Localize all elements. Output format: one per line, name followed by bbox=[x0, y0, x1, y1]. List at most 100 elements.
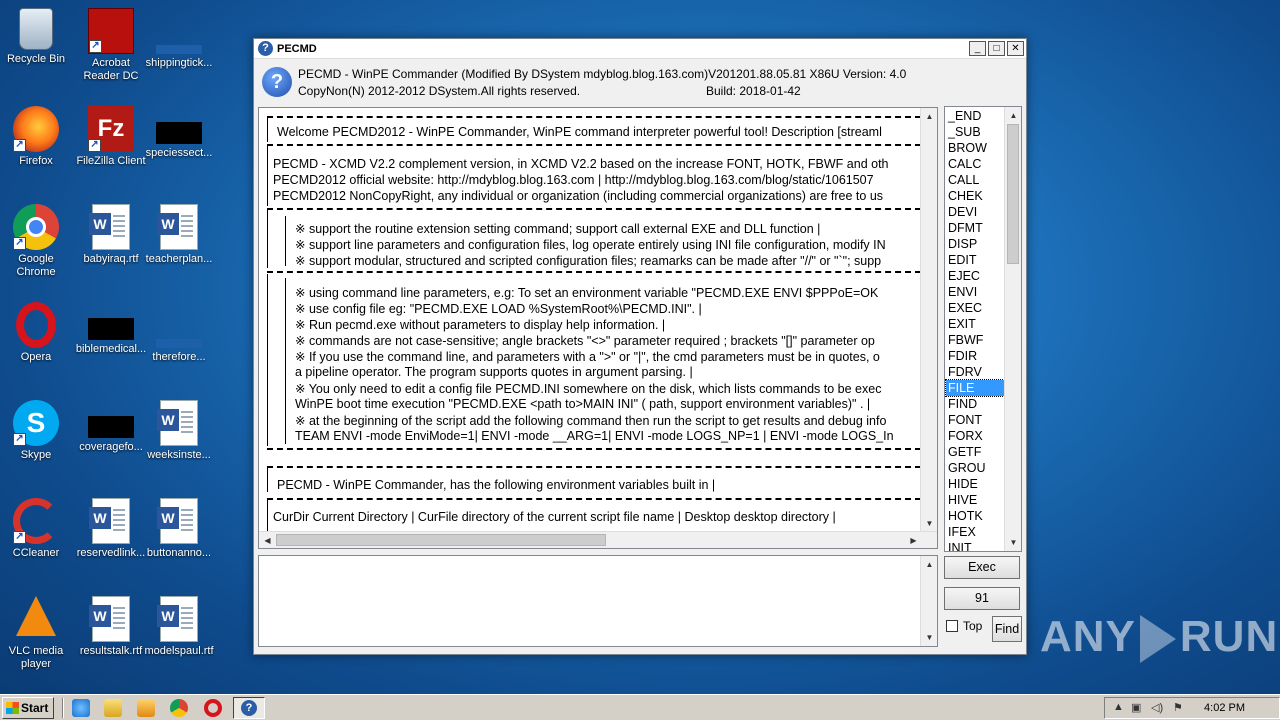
internet-explorer-icon[interactable] bbox=[72, 699, 90, 717]
output-horizontal-scrollbar[interactable]: ◀ ▶ bbox=[259, 531, 937, 548]
desktop-icon-skype[interactable]: S ↗ Skype bbox=[0, 400, 74, 462]
desktop-icon-modelspaul[interactable]: modelspaul.rtf bbox=[141, 596, 217, 658]
scroll-down-arrow-icon[interactable]: ▼ bbox=[921, 629, 938, 646]
desktop-icon-acrobat[interactable]: ↗ Acrobat Reader DC bbox=[73, 8, 149, 83]
horizontal-scroll-thumb[interactable] bbox=[276, 534, 606, 546]
word-document-icon bbox=[157, 596, 198, 642]
chrome-icon[interactable] bbox=[170, 699, 188, 717]
desktop-icon-teacherplan[interactable]: teacherplan... bbox=[141, 204, 217, 266]
desktop-icon-opera[interactable]: Opera bbox=[0, 302, 74, 364]
desktop-icon-recycle-bin[interactable]: Recycle Bin bbox=[0, 8, 74, 66]
scroll-up-arrow-icon[interactable]: ▲ bbox=[921, 556, 938, 573]
title-bar[interactable]: ? PECMD _ □ ✕ bbox=[254, 39, 1026, 59]
desktop-icon-label: therefore... bbox=[152, 351, 206, 363]
desktop-icon-biblemedical[interactable]: biblemedical... bbox=[73, 302, 149, 356]
command-list-item[interactable]: HOTK bbox=[946, 508, 1006, 524]
command-list-item[interactable]: FIND bbox=[946, 396, 1006, 412]
scroll-down-arrow-icon[interactable]: ▼ bbox=[921, 515, 937, 532]
taskbar-item-pecmd[interactable]: ? bbox=[233, 697, 265, 719]
file-explorer-icon[interactable] bbox=[104, 699, 122, 717]
input-vertical-scrollbar[interactable]: ▲ ▼ bbox=[920, 556, 937, 646]
command-list-item[interactable]: HIDE bbox=[946, 476, 1006, 492]
command-list-item[interactable]: EDIT bbox=[946, 252, 1006, 268]
flag-icon[interactable]: ⚑ bbox=[1173, 701, 1183, 714]
command-list-item[interactable]: CHEK bbox=[946, 188, 1006, 204]
command-list-item[interactable]: FONT bbox=[946, 412, 1006, 428]
command-list-item[interactable]: BROW bbox=[946, 140, 1006, 156]
maximize-button[interactable]: □ bbox=[988, 41, 1005, 56]
desktop-icon-coveragefo[interactable]: coveragefo... bbox=[73, 400, 149, 454]
command-list-item[interactable]: HIVE bbox=[946, 492, 1006, 508]
desktop-icon-vlc[interactable]: VLC media player bbox=[0, 596, 74, 671]
top-checkbox-row[interactable]: Top bbox=[946, 619, 982, 633]
scroll-right-arrow-icon[interactable]: ▶ bbox=[905, 532, 922, 548]
command-list-item[interactable]: EJEC bbox=[946, 268, 1006, 284]
desktop-icon-resultstalk[interactable]: resultstalk.rtf bbox=[73, 596, 149, 658]
opera-icon[interactable] bbox=[204, 699, 222, 717]
desktop-icon-firefox[interactable]: ↗ Firefox bbox=[0, 106, 74, 168]
desktop-icon-reservedlink[interactable]: reservedlink... bbox=[73, 498, 149, 560]
volume-icon[interactable]: ◁) bbox=[1151, 701, 1163, 714]
watermark-right: RUN bbox=[1179, 612, 1279, 661]
command-list-item[interactable]: FDRV bbox=[946, 364, 1006, 380]
command-list-item[interactable]: DEVI bbox=[946, 204, 1006, 220]
desktop-icon-label: buttonanno... bbox=[146, 547, 212, 559]
network-icon[interactable]: ▣ bbox=[1131, 701, 1141, 714]
exec-button[interactable]: Exec bbox=[944, 556, 1020, 579]
command-list-item[interactable]: FBWF bbox=[946, 332, 1006, 348]
minimize-button[interactable]: _ bbox=[969, 41, 986, 56]
desktop-icon-speciessect[interactable]: speciessect... bbox=[141, 106, 217, 160]
top-checkbox[interactable] bbox=[946, 620, 958, 632]
command-input[interactable]: ▲ ▼ bbox=[258, 555, 938, 647]
start-button[interactable]: Start bbox=[2, 697, 54, 719]
command-list-item[interactable]: DFMT bbox=[946, 220, 1006, 236]
firefox-icon: ↗ bbox=[13, 106, 59, 152]
border-line bbox=[267, 468, 268, 492]
header-copyright: CopyNon(N) 2012-2012 DSystem.All rights … bbox=[298, 84, 581, 98]
command-list-item[interactable]: ENVI bbox=[946, 284, 1006, 300]
desktop-icon-weeksinste[interactable]: weeksinste... bbox=[141, 400, 217, 462]
command-list-item[interactable]: DISP bbox=[946, 236, 1006, 252]
show-hidden-icons-icon[interactable]: ▲ bbox=[1113, 701, 1124, 713]
desktop-icon-buttonanno[interactable]: buttonanno... bbox=[141, 498, 217, 560]
scroll-down-arrow-icon[interactable]: ▼ bbox=[1005, 534, 1021, 551]
file-icon bbox=[88, 318, 134, 340]
command-list-item[interactable]: IFEX bbox=[946, 524, 1006, 540]
output-text-pane[interactable]: Welcome PECMD2012 - WinPE Commander, Win… bbox=[258, 107, 938, 549]
command-list-item[interactable]: CALL bbox=[946, 172, 1006, 188]
desktop-icon-chrome[interactable]: ↗ Google Chrome bbox=[0, 204, 74, 279]
command-list-item[interactable]: FILE bbox=[945, 379, 1007, 397]
desktop-icon-filezilla[interactable]: Fz ↗ FileZilla Client bbox=[73, 106, 149, 168]
window-title: PECMD bbox=[277, 42, 317, 55]
desktop-icon-therefore[interactable]: therefore... bbox=[141, 302, 217, 364]
command-list-item[interactable]: INIT bbox=[946, 540, 1006, 551]
command-list-item[interactable]: GETF bbox=[946, 444, 1006, 460]
command-list-item[interactable]: FDIR bbox=[946, 348, 1006, 364]
command-list-item[interactable]: _END bbox=[946, 108, 1006, 124]
command-list-item[interactable]: EXIT bbox=[946, 316, 1006, 332]
desktop-icon-babyiraq[interactable]: babyiraq.rtf bbox=[73, 204, 149, 266]
close-button[interactable]: ✕ bbox=[1007, 41, 1024, 56]
desktop-icon-label: coveragefo... bbox=[79, 441, 143, 453]
media-player-icon[interactable] bbox=[137, 699, 155, 717]
command-list-item[interactable]: EXEC bbox=[946, 300, 1006, 316]
count-button[interactable]: 91 bbox=[944, 587, 1020, 610]
clock[interactable]: 4:02 PM bbox=[1204, 702, 1245, 714]
header-title: PECMD - WinPE Commander (Modified By DSy… bbox=[298, 67, 907, 81]
desktop-icon-shipping[interactable]: shippingtick... bbox=[141, 8, 217, 70]
command-list-scrollbar[interactable]: ▲ ▼ bbox=[1004, 107, 1021, 551]
scroll-up-arrow-icon[interactable]: ▲ bbox=[1005, 107, 1021, 124]
output-vertical-scrollbar[interactable]: ▲ ▼ bbox=[920, 108, 937, 532]
command-list-item[interactable]: CALC bbox=[946, 156, 1006, 172]
scroll-left-arrow-icon[interactable]: ◀ bbox=[259, 532, 276, 548]
command-list-item[interactable]: FORX bbox=[946, 428, 1006, 444]
desktop-icon-ccleaner[interactable]: ↗ CCleaner bbox=[0, 498, 74, 560]
command-list-item[interactable]: GROU bbox=[946, 460, 1006, 476]
command-list-scroll-thumb[interactable] bbox=[1007, 124, 1019, 264]
scroll-up-arrow-icon[interactable]: ▲ bbox=[921, 108, 937, 125]
find-button[interactable]: Find bbox=[992, 616, 1022, 642]
command-list-item[interactable]: _SUB bbox=[946, 124, 1006, 140]
file-icon bbox=[156, 122, 202, 144]
word-document-icon bbox=[89, 498, 130, 544]
command-list[interactable]: _END _SUB BROW CALC CALL CHEK DEVI DFMT DISP EDIT… bbox=[944, 106, 1022, 552]
